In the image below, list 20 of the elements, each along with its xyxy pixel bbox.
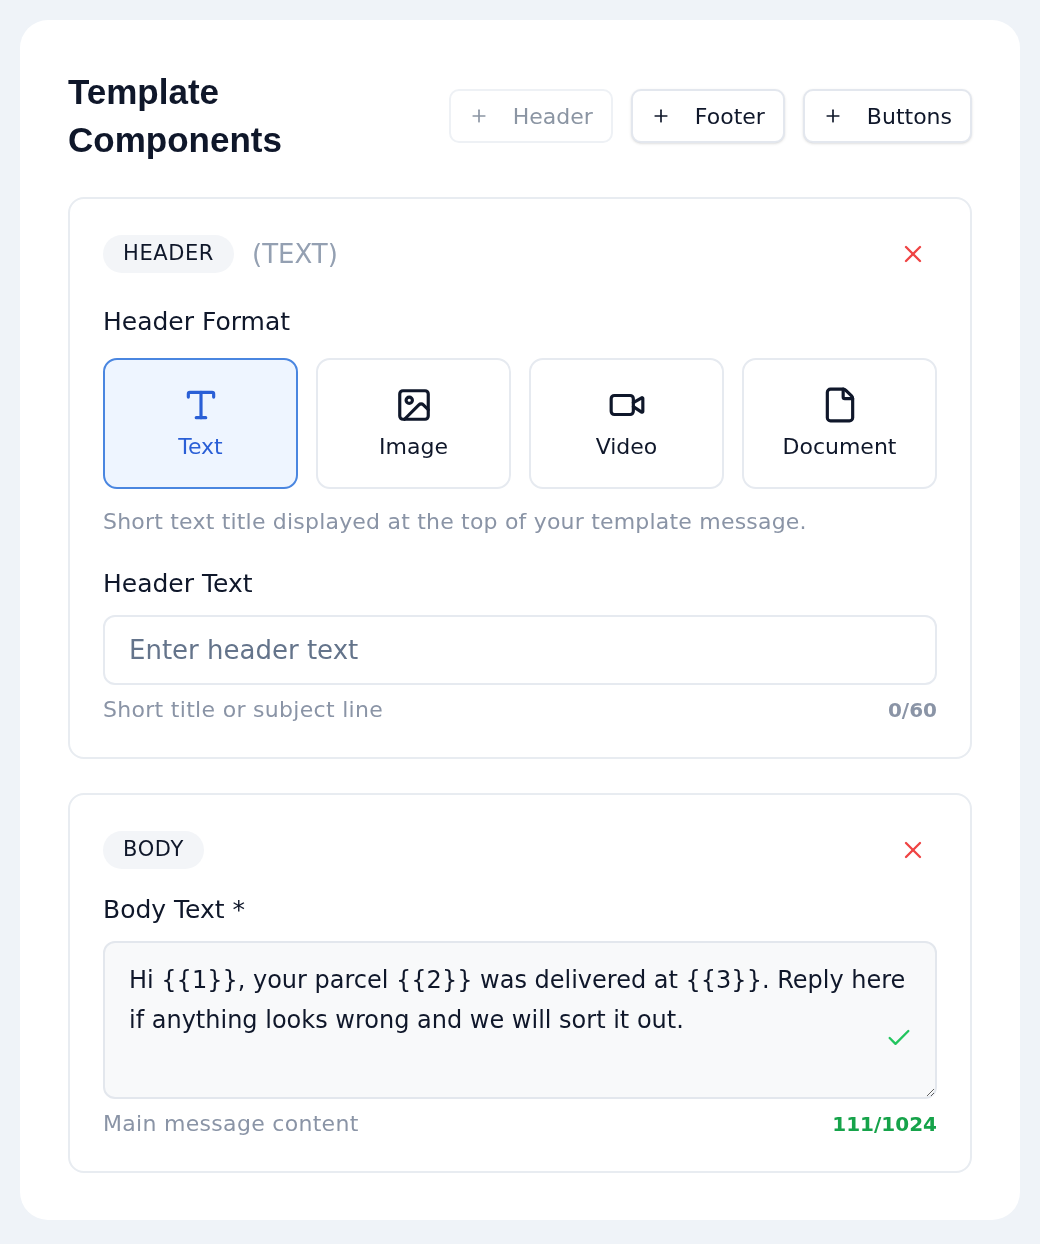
header-text-input[interactable]: Enter header text xyxy=(103,615,937,685)
helper-text: Main message content xyxy=(103,1110,359,1138)
field-label: Header Format xyxy=(103,306,291,338)
section-type-tag: BODY xyxy=(103,831,204,869)
format-option[interactable]: Video xyxy=(529,358,724,489)
format-option[interactable]: Image xyxy=(316,358,511,489)
hint-text: Short text title displayed at the top of your template message. xyxy=(103,508,807,536)
format-option[interactable]: Document xyxy=(742,358,937,489)
section-type-tag: HEADER xyxy=(103,235,235,273)
add-component-button[interactable]: Buttons xyxy=(802,89,972,143)
character-counter: 0/60 xyxy=(887,697,937,724)
format-option[interactable]: Text xyxy=(103,358,298,489)
format-note: (TEXT) xyxy=(252,237,338,271)
add-component-button[interactable]: Footer xyxy=(630,89,785,143)
helper-text: Short title or subject line xyxy=(103,696,384,724)
field-label: Header Text xyxy=(103,568,253,600)
field-label: Body Text * xyxy=(103,894,246,926)
page-title: Template Components xyxy=(68,71,283,161)
body-text-area[interactable]: Hi {{1}}, your parcel {{2}} was delivered at {{3}}. Reply here if anything looks wrong and we will sort it out. xyxy=(103,941,937,1099)
character-counter: 111/1024 xyxy=(832,1111,937,1138)
